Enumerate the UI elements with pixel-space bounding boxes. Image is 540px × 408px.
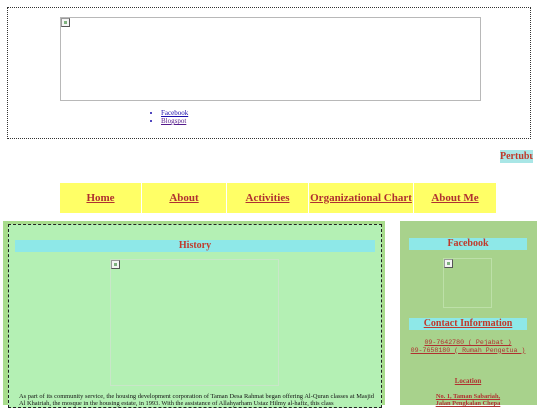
main-content-panel: History As part of its community service… (3, 221, 385, 408)
facebook-heading: Facebook (409, 238, 527, 250)
broken-image-icon (61, 18, 70, 27)
address-line: No. 1, Taman Sabariah, (435, 393, 501, 400)
location-heading: Location (454, 377, 482, 385)
social-links-list: Facebook Blogspot (153, 109, 188, 125)
history-image (110, 259, 279, 386)
blogspot-link[interactable]: Blogspot (161, 117, 186, 125)
history-paragraph: As part of its community service, the ho… (19, 393, 374, 408)
scrolling-ticker: Pertubuhan (500, 150, 533, 163)
banner-image (60, 17, 481, 101)
header-box: Facebook Blogspot (7, 7, 531, 139)
phone-list: 09-7642780 ( Pejabat ) 09-7658180 ( Ruma… (409, 339, 527, 354)
broken-image-icon (111, 260, 120, 269)
broken-image-icon (444, 259, 453, 268)
contact-heading[interactable]: Contact Information (409, 318, 527, 330)
nav-activities[interactable]: Activities (227, 183, 309, 213)
phone-office[interactable]: 09-7642780 ( Pejabat ) (409, 339, 527, 347)
nav-about[interactable]: About (142, 183, 227, 213)
history-heading: History (15, 240, 375, 252)
address-block: No. 1, Taman Sabariah, Jalan Pengkalan C… (409, 393, 527, 408)
nav-about-me[interactable]: About Me (414, 183, 496, 213)
facebook-link[interactable]: Facebook (161, 109, 188, 117)
nav-organizational-chart[interactable]: Organizational Chart (309, 183, 414, 213)
address-line: Jalan Pengkalan Chepa (435, 400, 501, 408)
sidebar-panel: Facebook Contact Information 09-7642780 … (400, 221, 537, 408)
social-link-item: Blogspot (161, 117, 188, 125)
nav-home[interactable]: Home (60, 183, 142, 213)
social-link-item: Facebook (161, 109, 188, 117)
phone-principal[interactable]: 09-7658180 ( Rumah Pengetua ) (409, 347, 527, 355)
history-section: History As part of its community service… (8, 224, 382, 408)
main-nav: Home About Activities Organizational Cha… (60, 183, 496, 213)
facebook-widget-image[interactable] (443, 258, 492, 308)
